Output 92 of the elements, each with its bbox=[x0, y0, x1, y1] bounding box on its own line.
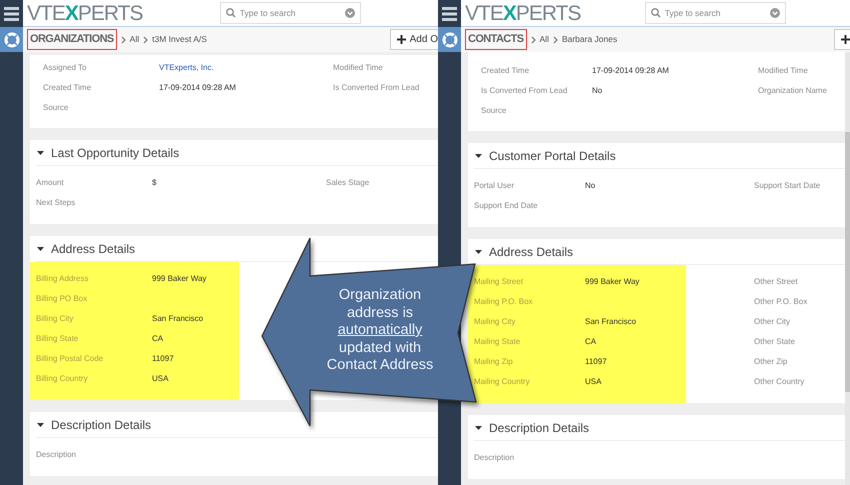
plus-icon bbox=[396, 35, 406, 44]
field-label: Billing PO Box bbox=[36, 293, 88, 305]
field-label: Source bbox=[481, 105, 508, 117]
search-field[interactable]: Type to search bbox=[644, 2, 786, 24]
chevron-icon bbox=[120, 36, 126, 44]
field-value: 17-09-2014 09:28 AM bbox=[592, 65, 670, 77]
field-label: Organization Name bbox=[758, 85, 827, 97]
dropdown-icon[interactable] bbox=[770, 8, 780, 18]
field-label: Other State bbox=[754, 336, 796, 348]
field-value: $ bbox=[152, 177, 156, 189]
search-icon bbox=[650, 8, 661, 18]
chevron-icon bbox=[143, 36, 148, 44]
caret-icon bbox=[37, 422, 44, 428]
lifebuoy-icon bbox=[4, 32, 20, 48]
field-label: Support End Date bbox=[474, 200, 539, 212]
breadcrumb-link[interactable]: Barbara Jones bbox=[562, 33, 618, 46]
caret-icon bbox=[37, 150, 44, 156]
field-label: Modified Time bbox=[333, 62, 383, 74]
section-title[interactable]: Address Details bbox=[51, 240, 136, 258]
field-label: Mailing City bbox=[474, 316, 516, 328]
search-field[interactable]: Type to search bbox=[220, 2, 361, 24]
field-value: No bbox=[585, 180, 596, 192]
field-value: 11097 bbox=[585, 356, 607, 368]
field-link[interactable]: VTExperts, Inc. bbox=[159, 58, 333, 78]
caret-icon bbox=[475, 248, 482, 254]
field-label: Description bbox=[36, 449, 78, 461]
chevron-icon bbox=[552, 36, 558, 44]
field-label: Billing Country bbox=[36, 373, 89, 385]
chevron-icon bbox=[530, 36, 536, 44]
callout-text: Organization address is automatically updated with Contact Address bbox=[326, 287, 434, 374]
caret-icon bbox=[475, 424, 482, 430]
caret-icon bbox=[475, 152, 482, 158]
menu-icon[interactable] bbox=[442, 6, 457, 20]
field-label: Created Time bbox=[481, 65, 530, 77]
field-label: Other Zip bbox=[754, 356, 788, 368]
field-label: Is Converted From Lead bbox=[481, 85, 568, 97]
field-value: No bbox=[592, 85, 604, 97]
field-label: Amount bbox=[36, 177, 65, 189]
field-label: Modified Time bbox=[758, 65, 808, 77]
breadcrumb-link[interactable]: t3M Invest A/S bbox=[152, 33, 207, 46]
section-title[interactable]: Address Details bbox=[489, 242, 574, 260]
field-label: Other City bbox=[754, 316, 792, 328]
logo: VTEXPERTS bbox=[27, 2, 142, 24]
field-value: CA bbox=[585, 336, 596, 348]
field-label: Source bbox=[43, 102, 70, 114]
scrollbar[interactable] bbox=[845, 52, 850, 485]
breadcrumb-link[interactable]: All bbox=[540, 33, 549, 46]
logo: VTEXPERTS bbox=[465, 2, 580, 24]
section-title[interactable]: Description Details bbox=[51, 416, 152, 434]
field-label: Sales Stage bbox=[326, 177, 370, 189]
field-label: Billing Postal Code bbox=[36, 353, 104, 365]
module-title[interactable]: CONTACTS bbox=[465, 29, 526, 50]
field-value: San Francisco bbox=[152, 313, 204, 325]
field-value: USA bbox=[152, 373, 168, 385]
field-label: Mailing Zip bbox=[474, 356, 514, 368]
field-value: 999 Baker Way bbox=[585, 276, 640, 288]
field-label: Is Converted From Lead bbox=[333, 82, 420, 94]
field-label: Next Steps bbox=[36, 197, 76, 209]
field-label: Mailing Street bbox=[474, 276, 524, 288]
field-label: Mailing Country bbox=[474, 376, 531, 388]
field-label: Billing State bbox=[36, 333, 80, 345]
section-title[interactable]: Description Details bbox=[489, 418, 590, 436]
dropdown-icon[interactable] bbox=[344, 8, 355, 18]
field-value: 17-09-2014 09:28 AM bbox=[159, 82, 237, 94]
field-label: Other Street bbox=[754, 276, 799, 288]
breadcrumb-link[interactable]: All bbox=[130, 33, 140, 46]
plus-icon bbox=[841, 35, 850, 44]
field-value: CA bbox=[152, 333, 164, 345]
field-label: Billing City bbox=[36, 313, 74, 325]
module-title[interactable]: ORGANIZATIONS bbox=[27, 29, 117, 50]
field-label: Description bbox=[474, 452, 516, 464]
section-title[interactable]: Last Opportunity Details bbox=[51, 144, 180, 162]
menu-icon[interactable] bbox=[4, 6, 19, 20]
field-label: Billing Address bbox=[36, 273, 90, 285]
field-value: 11097 bbox=[152, 353, 174, 365]
search-icon bbox=[226, 8, 236, 18]
field-value: San Francisco bbox=[585, 316, 636, 328]
field-label: Portal User bbox=[474, 180, 516, 192]
caret-icon bbox=[37, 246, 44, 252]
field-label: Created Time bbox=[43, 82, 92, 94]
add-button[interactable] bbox=[834, 29, 850, 50]
lifebuoy-icon bbox=[442, 32, 458, 48]
section-title[interactable]: Customer Portal Details bbox=[489, 146, 616, 164]
field-label: Support Start Date bbox=[754, 180, 820, 192]
field-label: Mailing P.O. Box bbox=[474, 296, 534, 308]
field-value: 999 Baker Way bbox=[152, 273, 206, 285]
field-label: Other Country bbox=[754, 376, 806, 388]
field-label: Other P.O. Box bbox=[754, 296, 808, 308]
field-label: Assigned To bbox=[43, 62, 88, 74]
field-value: USA bbox=[585, 376, 602, 388]
field-label: Mailing State bbox=[474, 336, 522, 348]
add-button[interactable]: Add O bbox=[390, 29, 438, 50]
